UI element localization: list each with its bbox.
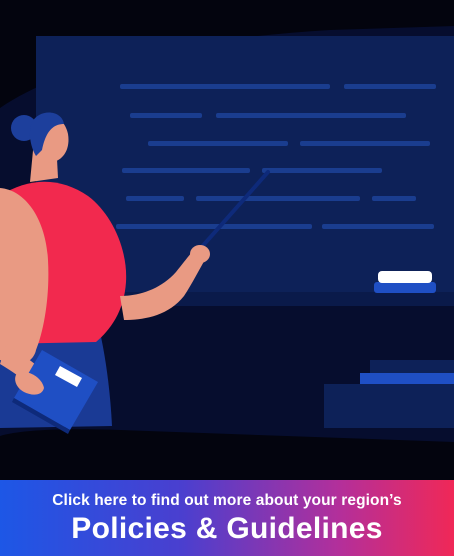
eraser-icon <box>374 271 436 293</box>
banner-subtitle: Click here to find out more about your r… <box>52 492 402 509</box>
cta-banner[interactable]: Click here to find out more about your r… <box>0 480 454 556</box>
policies-guidelines-card[interactable]: Click here to find out more about your r… <box>0 0 454 556</box>
teacher-illustration <box>0 26 454 442</box>
banner-title: Policies & Guidelines <box>71 512 383 545</box>
